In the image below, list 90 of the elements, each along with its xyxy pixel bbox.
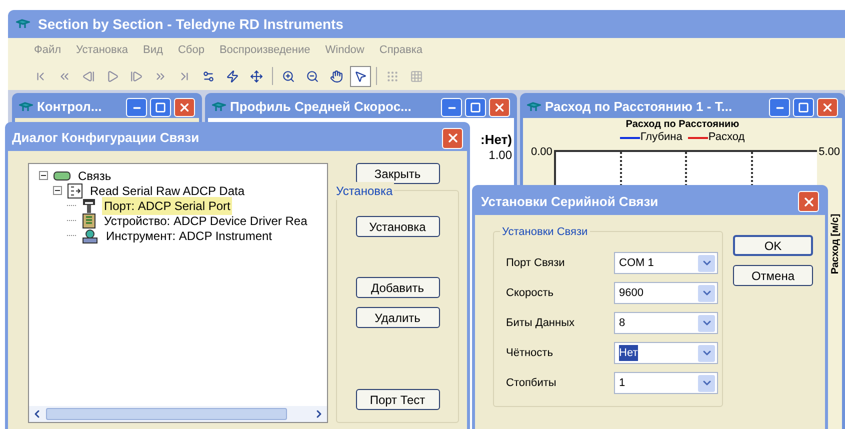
close-button[interactable] [489,98,510,116]
skip-forward-icon [178,70,191,82]
close-button[interactable] [174,98,195,116]
expander[interactable] [53,186,62,195]
minimize-button[interactable] [126,98,147,116]
minus-icon [55,188,60,193]
close-icon [821,100,834,114]
app-logo-icon [19,102,33,112]
dots-grid-icon [386,70,399,82]
plug-icon [81,198,97,214]
minimize-button[interactable] [769,98,790,116]
dropdown[interactable]: 8 [614,312,718,334]
dropdown[interactable]: COM 1 [614,252,718,274]
chart-label: 1.00 [488,148,512,162]
maximize-button[interactable] [793,98,814,116]
dropdown-value: COM 1 [619,256,654,271]
minimize-button[interactable] [441,98,462,116]
maximize-icon [155,102,166,112]
window-title: Расход по Расстоянию 1 - Т... [545,98,734,116]
tree-item[interactable]: Устройство: ADCP Device Driver Rea [102,212,310,230]
tree-item[interactable]: Read Serial Raw ADCP Data [88,182,247,200]
horizontal-scrollbar[interactable] [29,406,327,422]
maximize-button[interactable] [150,98,171,116]
network-card-icon [53,170,71,180]
pointer-icon [354,70,367,82]
dropdown-value: 9600 [619,286,644,301]
step-forward-icon [130,70,143,82]
group-label: Установка [335,182,394,200]
close-button[interactable] [798,191,819,212]
field-label: Биты Данных [506,316,576,331]
close-icon [493,100,506,114]
field-label: Скорость [506,286,555,301]
grid-icon [410,70,423,82]
legend-label: Глубина [640,131,682,144]
field-label: Чётность [506,346,554,361]
step-back-icon [82,70,95,82]
zoom-in-icon [282,70,295,82]
dialog-button[interactable]: Удалить [356,307,440,328]
module-icon [67,182,83,198]
port-test-button[interactable]: Порт Тест [356,389,440,410]
tree-item[interactable]: Связь [76,166,114,184]
dropdown[interactable]: 9600 [614,282,718,304]
tree-item[interactable]: Порт: ADCP Serial Port [102,196,232,214]
expander[interactable] [39,171,48,180]
app-title: Section by Section - Teledyne RD Instruments [38,14,344,34]
axis-label: 5.00 [818,145,840,160]
dialog-title: Установки Серийной Связи [481,192,658,211]
field-label: Стопбиты [506,376,558,391]
close-button[interactable] [817,98,838,116]
minus-icon [41,173,46,178]
dropdown-value: Нет [619,344,638,362]
dropdown-value: 1 [619,376,626,391]
window-title: Контрол... [37,98,103,116]
dialog-title: Диалог Конфигурации Связи [12,129,200,148]
dropdown-value: 8 [619,316,626,331]
play-icon [106,70,119,82]
maximize-icon [470,102,481,112]
close-icon [802,194,816,208]
dropdown[interactable]: 1 [614,372,718,394]
maximize-icon [798,102,809,112]
dialog-button[interactable]: Добавить [356,277,440,298]
app-logo-icon [16,19,30,29]
maximize-button[interactable] [465,98,486,116]
scroll-thumb[interactable] [46,408,287,420]
dropdown[interactable]: Нет [614,342,718,364]
window-title: Профиль Средней Скорос... [230,98,412,116]
axis-label: 0.00 [531,145,552,160]
dialog-button[interactable]: Отмена [733,265,813,286]
close-icon [178,100,191,114]
app-logo-icon [527,102,541,112]
toolbar-button[interactable] [350,66,371,86]
hand-icon [330,70,343,82]
device-icon [81,212,97,228]
zoom-out-icon [306,70,319,82]
close-icon [446,131,460,145]
tree-item[interactable]: Инструмент: ADCP Instrument [104,226,274,244]
chart-title: Расход по Расстоянию [626,119,740,131]
settings-icon [202,70,215,82]
legend-label: Расход [708,131,745,144]
instrument-icon [81,228,99,244]
dialog-button[interactable]: OK [733,235,813,256]
move-arrows-icon [250,70,263,82]
close-dialog-button[interactable]: Закрыть [356,163,440,184]
chart-label: :Нет) [480,132,512,148]
close-button[interactable] [442,128,463,148]
lightning-icon [226,70,239,82]
dialog-button[interactable]: Установка [356,216,440,237]
app-logo-icon [212,102,226,112]
axis-title: Расход [м/с] [830,214,842,274]
field-label: Порт Связи [506,256,566,271]
